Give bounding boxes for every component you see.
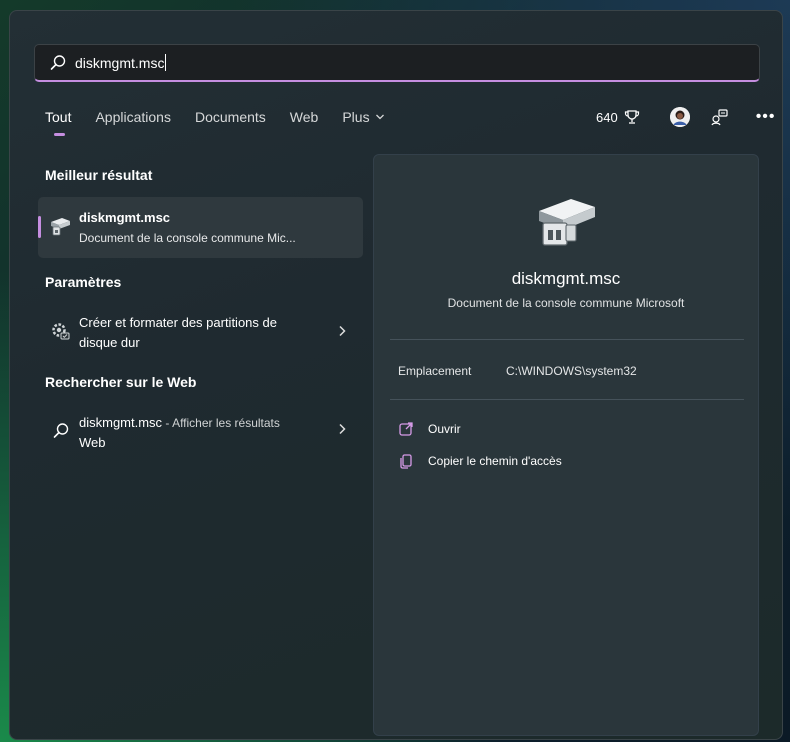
best-match-subtitle: Document de la console commune Mic... [79, 231, 296, 245]
search-icon [50, 54, 66, 70]
tab-all[interactable]: Tout [45, 109, 71, 136]
location-value: C:\WINDOWS\system32 [506, 364, 637, 378]
web-search-heading: Rechercher sur le Web [45, 374, 197, 390]
web-result-line1: diskmgmt.msc - Afficher les résultats [79, 413, 280, 433]
tab-more[interactable]: Plus [342, 109, 384, 125]
chevron-down-icon [375, 114, 384, 120]
divider [390, 399, 744, 400]
selection-indicator [38, 216, 41, 238]
avatar[interactable] [669, 107, 690, 127]
web-query: diskmgmt.msc [79, 415, 163, 430]
console-file-icon [51, 218, 70, 236]
search-input[interactable]: diskmgmt.msc [34, 44, 760, 82]
copy-icon [400, 454, 412, 469]
settings-result-item[interactable]: Créer et formater des partitions de disq… [38, 311, 363, 355]
header-tools: 640 ••• [596, 107, 776, 127]
console-file-large-icon [539, 199, 595, 246]
web-result-line2: Web [79, 435, 106, 450]
tab-more-label: Plus [342, 109, 370, 125]
tab-web[interactable]: Web [290, 109, 319, 125]
chevron-right-icon [339, 423, 346, 435]
best-match-item[interactable]: diskmgmt.msc Document de la console comm… [38, 197, 363, 258]
open-action-label: Ouvrir [428, 422, 461, 436]
disk-settings-icon [52, 323, 70, 340]
rewards-points[interactable]: 640 [596, 107, 642, 127]
web-result-item[interactable]: diskmgmt.msc - Afficher les résultats We… [38, 409, 363, 453]
web-result-suffix: - Afficher les résultats [162, 416, 280, 430]
more-options-button[interactable]: ••• [756, 108, 776, 126]
settings-item-line2: disque dur [79, 335, 140, 350]
copy-path-action[interactable]: Copier le chemin d'accès [398, 453, 562, 469]
search-panel: diskmgmt.msc Tout Applications Documents… [9, 10, 783, 740]
details-title: diskmgmt.msc [511, 269, 621, 288]
settings-item-line1: Créer et formater des partitions de [79, 315, 277, 330]
text-caret [165, 54, 167, 71]
chevron-right-icon [339, 325, 346, 337]
open-action[interactable]: Ouvrir [398, 421, 461, 437]
details-subtitle: Document de la console commune Microsoft [447, 296, 685, 310]
details-pane: diskmgmt.msc Document de la console comm… [373, 154, 759, 736]
best-match-heading: Meilleur résultat [45, 167, 153, 183]
trophy-icon [624, 110, 639, 124]
copy-path-label: Copier le chemin d'accès [428, 454, 562, 468]
search-query: diskmgmt.msc [75, 54, 165, 71]
avatar-image [669, 107, 690, 127]
open-external-icon [399, 422, 413, 436]
points-value: 640 [596, 109, 618, 125]
best-match-title: diskmgmt.msc [79, 210, 171, 225]
search-icon [53, 423, 69, 438]
location-label: Emplacement [398, 364, 472, 378]
feedback-icon[interactable] [710, 107, 730, 127]
tab-documents[interactable]: Documents [195, 109, 266, 125]
filter-tabs: Tout Applications Documents Web Plus [45, 109, 409, 136]
settings-heading: Paramètres [45, 274, 122, 290]
tab-applications[interactable]: Applications [95, 109, 171, 125]
divider [390, 339, 744, 340]
